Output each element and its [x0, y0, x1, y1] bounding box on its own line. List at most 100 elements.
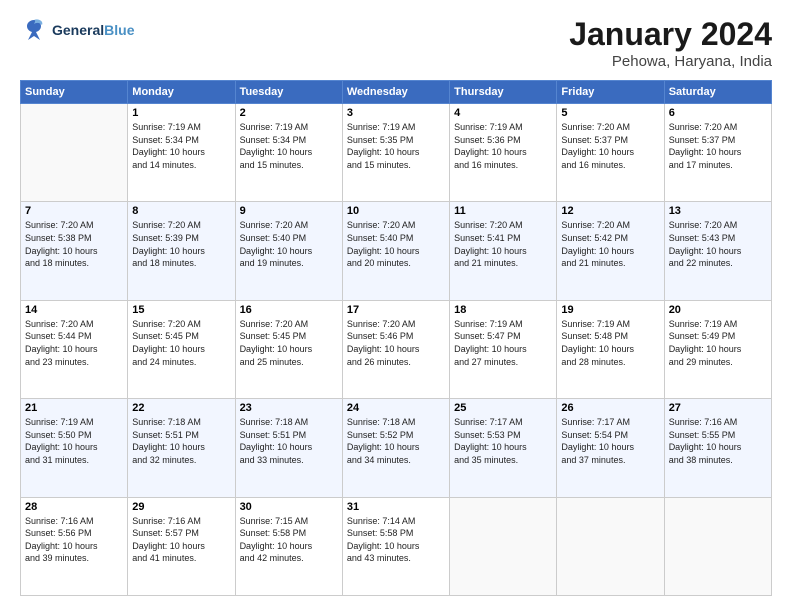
day-info: Sunrise: 7:18 AM Sunset: 5:52 PM Dayligh… [347, 416, 445, 466]
day-info: Sunrise: 7:19 AM Sunset: 5:35 PM Dayligh… [347, 121, 445, 171]
day-info: Sunrise: 7:20 AM Sunset: 5:37 PM Dayligh… [669, 121, 767, 171]
day-number: 18 [454, 304, 552, 316]
col-tuesday: Tuesday [235, 81, 342, 104]
day-info: Sunrise: 7:17 AM Sunset: 5:53 PM Dayligh… [454, 416, 552, 466]
table-row: 24 Sunrise: 7:18 AM Sunset: 5:52 PM Dayli… [342, 399, 449, 497]
day-info: Sunrise: 7:19 AM Sunset: 5:36 PM Dayligh… [454, 121, 552, 171]
table-row: 30 Sunrise: 7:15 AM Sunset: 5:58 PM Dayli… [235, 497, 342, 595]
day-info: Sunrise: 7:20 AM Sunset: 5:42 PM Dayligh… [561, 219, 659, 269]
table-row: 15 Sunrise: 7:20 AM Sunset: 5:45 PM Dayli… [128, 300, 235, 398]
day-number: 17 [347, 304, 445, 316]
day-number: 28 [25, 501, 123, 513]
table-row: 1 Sunrise: 7:19 AM Sunset: 5:34 PM Daylig… [128, 104, 235, 202]
day-number: 30 [240, 501, 338, 513]
table-row: 16 Sunrise: 7:20 AM Sunset: 5:45 PM Dayli… [235, 300, 342, 398]
table-row: 26Sunrise: 7:17 AM Sunset: 5:54 PM Dayli… [557, 399, 664, 497]
day-number: 21 [25, 402, 123, 414]
table-row: 12 Sunrise: 7:20 AM Sunset: 5:42 PM Dayli… [557, 202, 664, 300]
day-info: Sunrise: 7:19 AM Sunset: 5:50 PM Dayligh… [25, 416, 123, 466]
table-row: 23Sunrise: 7:18 AM Sunset: 5:51 PM Dayli… [235, 399, 342, 497]
day-number: 16 [240, 304, 338, 316]
table-row [664, 497, 771, 595]
table-row: 14Sunrise: 7:20 AM Sunset: 5:44 PM Dayli… [21, 300, 128, 398]
logo: GeneralBlue [20, 16, 134, 44]
table-row: 29 Sunrise: 7:16 AM Sunset: 5:57 PM Dayli… [128, 497, 235, 595]
day-number: 12 [561, 205, 659, 217]
day-info: Sunrise: 7:18 AM Sunset: 5:51 PM Dayligh… [240, 416, 338, 466]
day-info: Sunrise: 7:20 AM Sunset: 5:46 PM Dayligh… [347, 318, 445, 368]
table-row: 22 Sunrise: 7:18 AM Sunset: 5:51 PM Dayli… [128, 399, 235, 497]
table-row [557, 497, 664, 595]
table-row: 7 Sunrise: 7:20 AM Sunset: 5:38 PM Daylig… [21, 202, 128, 300]
table-row: 20Sunrise: 7:19 AM Sunset: 5:49 PM Dayli… [664, 300, 771, 398]
day-number: 7 [25, 205, 123, 217]
day-info: Sunrise: 7:20 AM Sunset: 5:39 PM Dayligh… [132, 219, 230, 269]
day-number: 31 [347, 501, 445, 513]
subtitle: Pehowa, Haryana, India [569, 53, 772, 70]
day-number: 2 [240, 107, 338, 119]
day-number: 20 [669, 304, 767, 316]
day-number: 13 [669, 205, 767, 217]
day-info: Sunrise: 7:19 AM Sunset: 5:48 PM Dayligh… [561, 318, 659, 368]
day-number: 3 [347, 107, 445, 119]
day-info: Sunrise: 7:18 AM Sunset: 5:51 PM Dayligh… [132, 416, 230, 466]
day-info: Sunrise: 7:20 AM Sunset: 5:37 PM Dayligh… [561, 121, 659, 171]
day-info: Sunrise: 7:20 AM Sunset: 5:43 PM Dayligh… [669, 219, 767, 269]
day-info: Sunrise: 7:20 AM Sunset: 5:38 PM Dayligh… [25, 219, 123, 269]
table-row: 4 Sunrise: 7:19 AM Sunset: 5:36 PM Daylig… [450, 104, 557, 202]
day-info: Sunrise: 7:14 AM Sunset: 5:58 PM Dayligh… [347, 515, 445, 565]
table-row: 18 Sunrise: 7:19 AM Sunset: 5:47 PM Dayli… [450, 300, 557, 398]
calendar-table: Sunday Monday Tuesday Wednesday Thursday… [20, 80, 772, 596]
day-number: 29 [132, 501, 230, 513]
day-number: 4 [454, 107, 552, 119]
day-number: 15 [132, 304, 230, 316]
day-number: 5 [561, 107, 659, 119]
table-row: 2 Sunrise: 7:19 AM Sunset: 5:34 PM Daylig… [235, 104, 342, 202]
day-number: 14 [25, 304, 123, 316]
day-number: 24 [347, 402, 445, 414]
day-info: Sunrise: 7:15 AM Sunset: 5:58 PM Dayligh… [240, 515, 338, 565]
day-number: 10 [347, 205, 445, 217]
day-number: 1 [132, 107, 230, 119]
page: GeneralBlue January 2024 Pehowa, Haryana… [0, 0, 792, 612]
day-info: Sunrise: 7:20 AM Sunset: 5:45 PM Dayligh… [132, 318, 230, 368]
table-row [21, 104, 128, 202]
day-info: Sunrise: 7:19 AM Sunset: 5:34 PM Dayligh… [132, 121, 230, 171]
calendar-week-row: 1 Sunrise: 7:19 AM Sunset: 5:34 PM Daylig… [21, 104, 772, 202]
col-monday: Monday [128, 81, 235, 104]
table-row: 9Sunrise: 7:20 AM Sunset: 5:40 PM Daylig… [235, 202, 342, 300]
table-row: 28Sunrise: 7:16 AM Sunset: 5:56 PM Dayli… [21, 497, 128, 595]
table-row: 5 Sunrise: 7:20 AM Sunset: 5:37 PM Daylig… [557, 104, 664, 202]
table-row: 10 Sunrise: 7:20 AM Sunset: 5:40 PM Dayli… [342, 202, 449, 300]
calendar-week-row: 14Sunrise: 7:20 AM Sunset: 5:44 PM Dayli… [21, 300, 772, 398]
day-info: Sunrise: 7:20 AM Sunset: 5:40 PM Dayligh… [347, 219, 445, 269]
day-info: Sunrise: 7:16 AM Sunset: 5:57 PM Dayligh… [132, 515, 230, 565]
header: GeneralBlue January 2024 Pehowa, Haryana… [20, 16, 772, 70]
day-number: 11 [454, 205, 552, 217]
col-wednesday: Wednesday [342, 81, 449, 104]
day-info: Sunrise: 7:16 AM Sunset: 5:55 PM Dayligh… [669, 416, 767, 466]
day-info: Sunrise: 7:19 AM Sunset: 5:34 PM Dayligh… [240, 121, 338, 171]
main-title: January 2024 [569, 16, 772, 53]
col-thursday: Thursday [450, 81, 557, 104]
day-number: 27 [669, 402, 767, 414]
col-friday: Friday [557, 81, 664, 104]
calendar-week-row: 21 Sunrise: 7:19 AM Sunset: 5:50 PM Dayli… [21, 399, 772, 497]
day-number: 9 [240, 205, 338, 217]
table-row: 6 Sunrise: 7:20 AM Sunset: 5:37 PM Daylig… [664, 104, 771, 202]
day-number: 6 [669, 107, 767, 119]
day-info: Sunrise: 7:19 AM Sunset: 5:47 PM Dayligh… [454, 318, 552, 368]
table-row: 8Sunrise: 7:20 AM Sunset: 5:39 PM Daylig… [128, 202, 235, 300]
day-number: 22 [132, 402, 230, 414]
table-row: 31 Sunrise: 7:14 AM Sunset: 5:58 PM Dayli… [342, 497, 449, 595]
table-row: 13 Sunrise: 7:20 AM Sunset: 5:43 PM Dayli… [664, 202, 771, 300]
table-row: 17 Sunrise: 7:20 AM Sunset: 5:46 PM Dayli… [342, 300, 449, 398]
day-info: Sunrise: 7:20 AM Sunset: 5:45 PM Dayligh… [240, 318, 338, 368]
day-number: 19 [561, 304, 659, 316]
table-row: 11Sunrise: 7:20 AM Sunset: 5:41 PM Dayli… [450, 202, 557, 300]
table-row: 27 Sunrise: 7:16 AM Sunset: 5:55 PM Dayli… [664, 399, 771, 497]
day-info: Sunrise: 7:17 AM Sunset: 5:54 PM Dayligh… [561, 416, 659, 466]
calendar-header-row: Sunday Monday Tuesday Wednesday Thursday… [21, 81, 772, 104]
logo-icon [20, 16, 48, 44]
logo-text: GeneralBlue [52, 22, 134, 38]
